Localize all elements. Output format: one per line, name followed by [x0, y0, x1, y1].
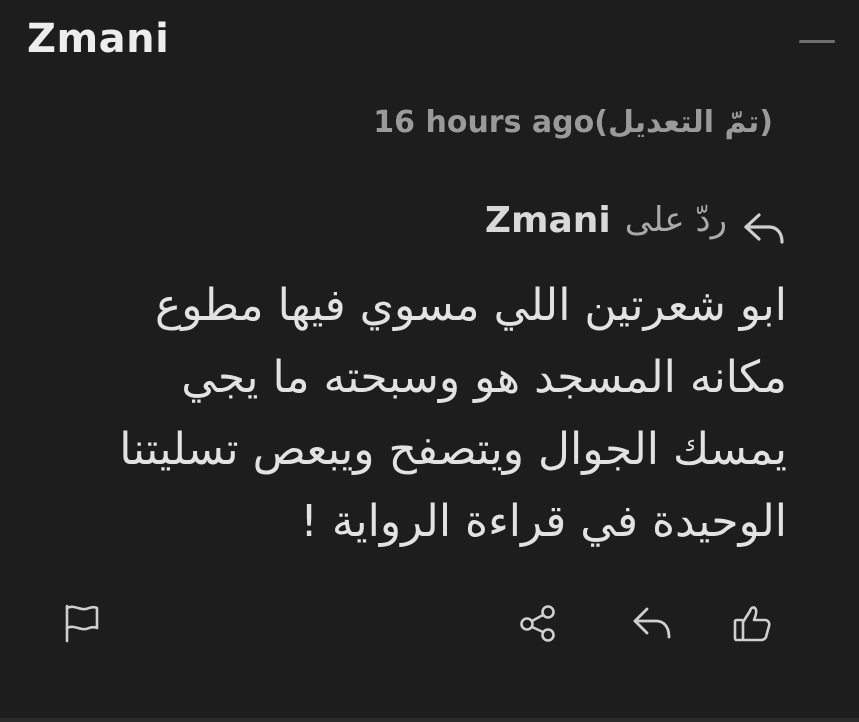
reply-to-author[interactable]: Zmani — [485, 200, 611, 241]
minus-icon[interactable] — [799, 40, 835, 43]
comment-body-line: يمسك الجوال ويتصفح ويبعص تسليتنا — [119, 424, 787, 475]
share-icon — [520, 605, 555, 642]
divider — [0, 718, 859, 722]
reply-button[interactable] — [627, 598, 677, 648]
comment-body-line: الوحيدة في قراءة الرواية ! — [300, 496, 787, 547]
comment-body: ابو شعرتين اللي مسوي فيها مطوع مكانه الم… — [47, 270, 787, 558]
reply-to-line: Zmani ردّ على — [485, 193, 787, 247]
comment-timestamp: 16 hours ago(تمّ التعديل) — [373, 105, 773, 140]
like-button[interactable] — [727, 598, 777, 648]
flag-button[interactable] — [56, 598, 106, 648]
comment-author[interactable]: Zmani — [27, 16, 169, 62]
thumbs-up-icon — [733, 606, 771, 642]
comment-body-line: ابو شعرتين اللي مسوي فيها مطوع — [154, 280, 787, 331]
reply-to-label: ردّ على — [624, 200, 727, 240]
comment-body-line: مكانه المسجد هو وسبحته ما يجي — [181, 352, 787, 403]
share-button[interactable] — [513, 598, 563, 648]
reply-arrow-icon — [744, 213, 784, 244]
reply-icon — [633, 607, 671, 639]
flag-icon — [65, 604, 99, 643]
comment-card: Zmani 16 hours ago(تمّ التعديل) Zmani رد… — [0, 0, 859, 722]
